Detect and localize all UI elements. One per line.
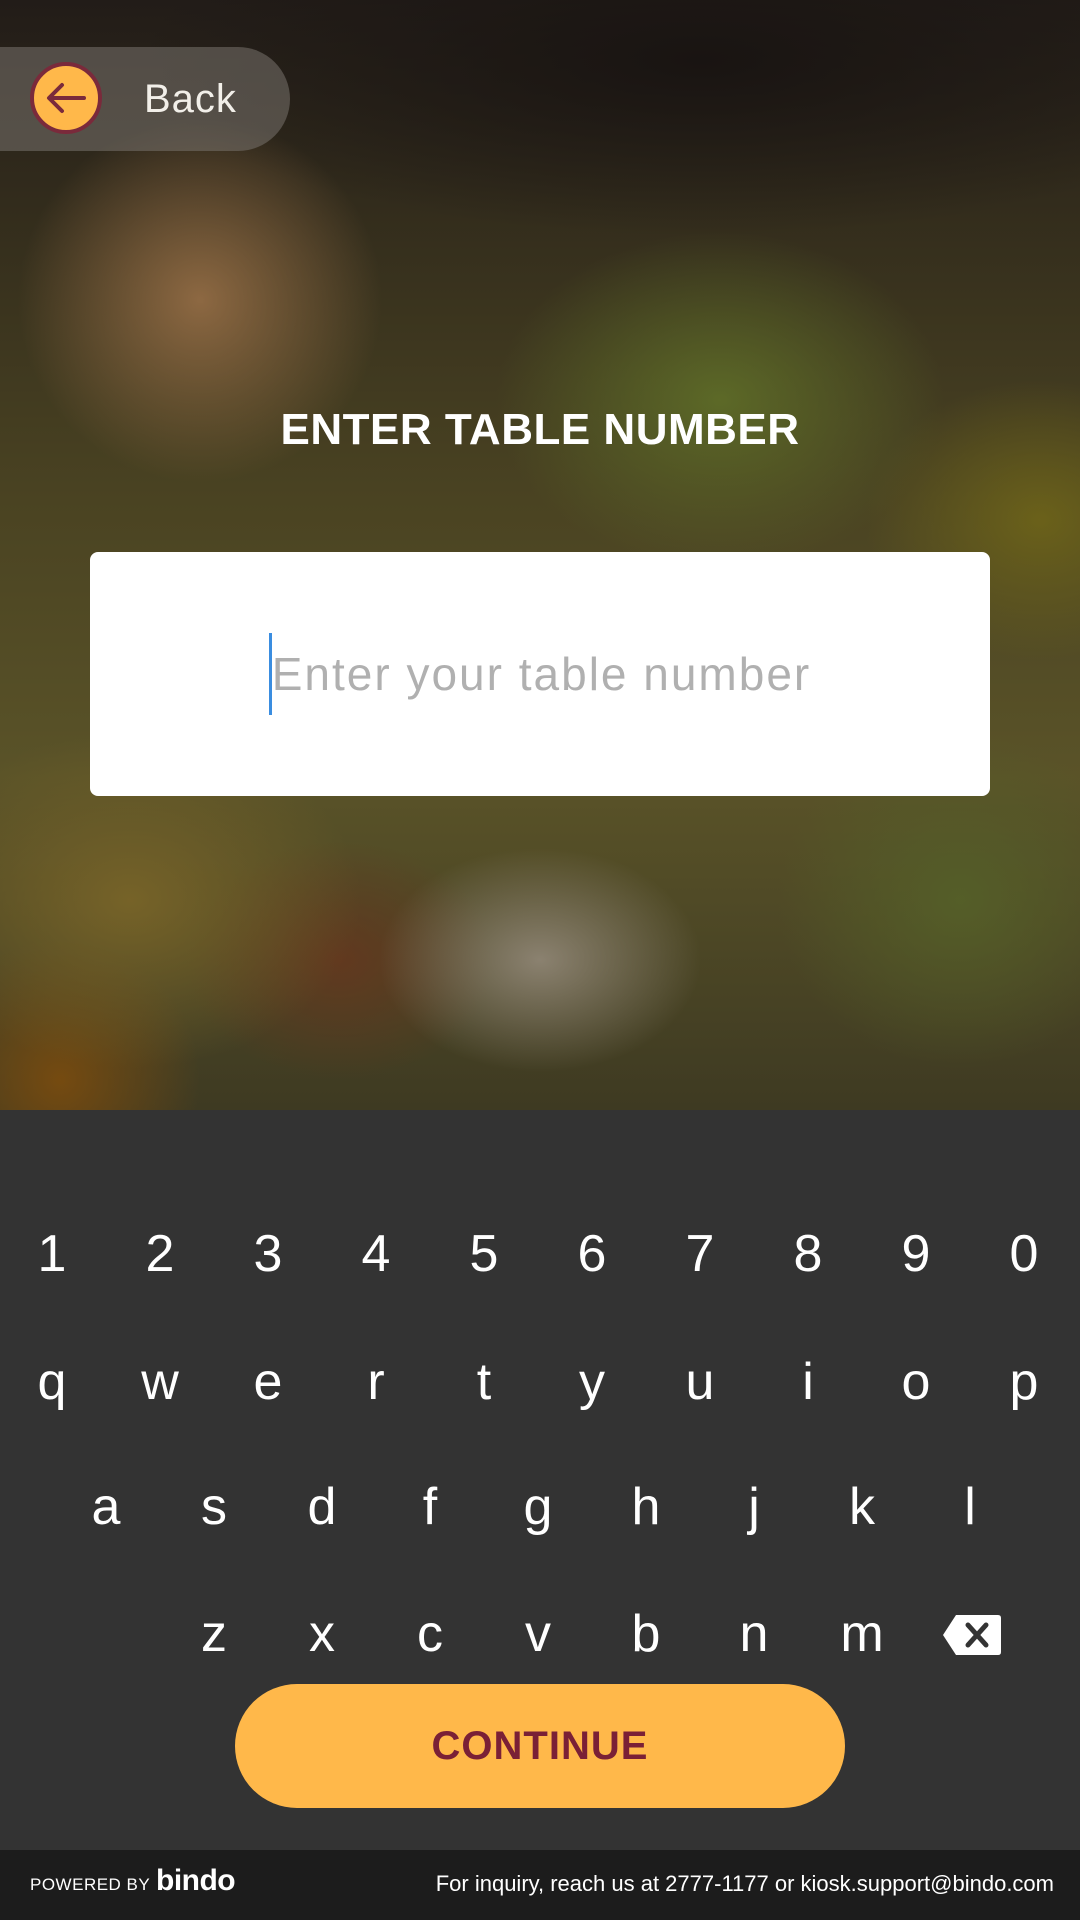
key-f[interactable]: f xyxy=(380,1457,480,1557)
key-y[interactable]: y xyxy=(542,1332,642,1432)
table-number-input[interactable]: Enter your table number xyxy=(90,552,990,796)
continue-button[interactable]: CONTINUE xyxy=(235,1684,845,1808)
key-8[interactable]: 8 xyxy=(758,1204,858,1304)
key-q[interactable]: q xyxy=(2,1332,102,1432)
key-l[interactable]: l xyxy=(920,1457,1020,1557)
key-7[interactable]: 7 xyxy=(650,1204,750,1304)
bindo-logo: bindo xyxy=(156,1864,236,1897)
key-r[interactable]: r xyxy=(326,1332,426,1432)
key-v[interactable]: v xyxy=(488,1584,588,1684)
footer-bar: POWERED BY bindo For inquiry, reach us a… xyxy=(0,1850,1080,1920)
page-title: ENTER TABLE NUMBER xyxy=(280,405,800,454)
key-p[interactable]: p xyxy=(974,1332,1074,1432)
key-u[interactable]: u xyxy=(650,1332,750,1432)
key-o[interactable]: o xyxy=(866,1332,966,1432)
powered-by-label: POWERED BY xyxy=(30,1875,151,1894)
key-k[interactable]: k xyxy=(812,1457,912,1557)
key-h[interactable]: h xyxy=(596,1457,696,1557)
keyboard-row-middle: a s d f g h j k l xyxy=(0,1457,1080,1557)
key-g[interactable]: g xyxy=(488,1457,588,1557)
key-x[interactable]: x xyxy=(272,1584,372,1684)
key-b[interactable]: b xyxy=(596,1584,696,1684)
input-placeholder: Enter your table number xyxy=(271,648,812,700)
keyboard-row-top: q w e r t y u i o p xyxy=(0,1332,1080,1432)
key-c[interactable]: c xyxy=(380,1584,480,1684)
continue-label: CONTINUE xyxy=(431,1723,649,1768)
backspace-icon[interactable] xyxy=(942,1614,1002,1656)
key-5[interactable]: 5 xyxy=(434,1204,534,1304)
key-1[interactable]: 1 xyxy=(2,1204,102,1304)
key-6[interactable]: 6 xyxy=(542,1204,642,1304)
keyboard-row-bottom: z x c v b n m xyxy=(0,1584,1080,1684)
key-i[interactable]: i xyxy=(758,1332,858,1432)
inquiry-contact-text: For inquiry, reach us at 2777-1177 or ki… xyxy=(435,1871,1054,1896)
key-9[interactable]: 9 xyxy=(866,1204,966,1304)
key-t[interactable]: t xyxy=(434,1332,534,1432)
key-3[interactable]: 3 xyxy=(218,1204,318,1304)
key-s[interactable]: s xyxy=(164,1457,264,1557)
arrow-left-icon xyxy=(30,62,102,134)
key-4[interactable]: 4 xyxy=(326,1204,426,1304)
key-n[interactable]: n xyxy=(704,1584,804,1684)
key-e[interactable]: e xyxy=(218,1332,318,1432)
back-button[interactable]: Back xyxy=(0,47,290,151)
keyboard-row-numbers: 1 2 3 4 5 6 7 8 9 0 xyxy=(0,1204,1080,1304)
key-2[interactable]: 2 xyxy=(110,1204,210,1304)
key-0[interactable]: 0 xyxy=(974,1204,1074,1304)
key-m[interactable]: m xyxy=(812,1584,912,1684)
key-j[interactable]: j xyxy=(704,1457,804,1557)
key-w[interactable]: w xyxy=(110,1332,210,1432)
back-label: Back xyxy=(144,77,237,121)
key-d[interactable]: d xyxy=(272,1457,372,1557)
key-a[interactable]: a xyxy=(56,1457,156,1557)
key-z[interactable]: z xyxy=(164,1584,264,1684)
